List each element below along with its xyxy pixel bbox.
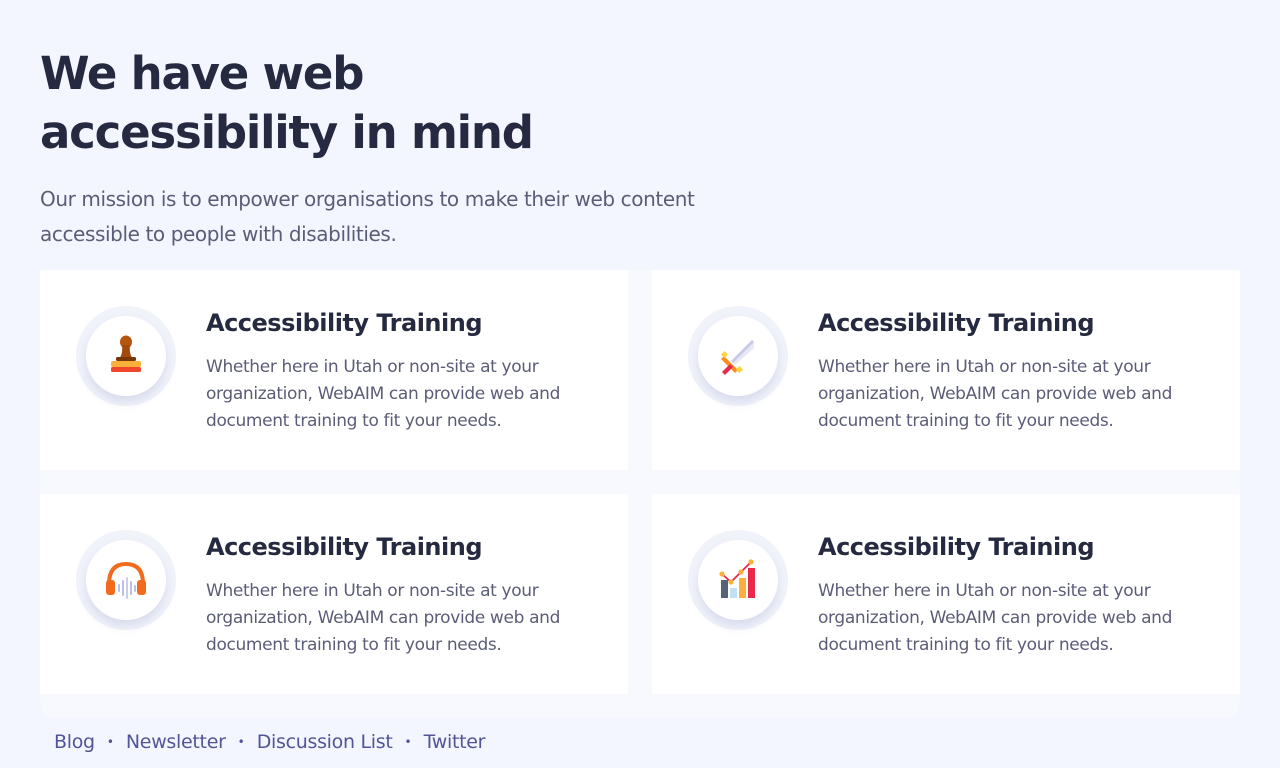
icon-badge xyxy=(86,540,166,620)
icon-badge xyxy=(698,316,778,396)
headphones-icon xyxy=(106,561,146,599)
card-text: Whether here in Utah or non-site at your… xyxy=(818,581,1173,655)
footer-separator: • xyxy=(404,735,412,749)
footer-nav: Blog • Newsletter • Discussion List • Tw… xyxy=(54,728,485,756)
footer-separator: • xyxy=(106,735,114,749)
footer-link-twitter[interactable]: Twitter xyxy=(424,731,486,753)
feature-card: Accessibility Training Whether here in U… xyxy=(40,270,628,470)
card-title: Accessibility Training xyxy=(206,533,483,561)
sword-icon xyxy=(720,340,754,375)
stamp-icon xyxy=(111,335,141,372)
icon-ring xyxy=(76,530,176,630)
card-text: Whether here in Utah or non-site at your… xyxy=(818,357,1173,431)
card-text: Whether here in Utah or non-site at your… xyxy=(206,357,561,431)
icon-ring xyxy=(76,306,176,406)
icon-ring xyxy=(688,306,788,406)
feature-card: Accessibility Training Whether here in U… xyxy=(652,494,1240,694)
icon-ring xyxy=(688,530,788,630)
card-title: Accessibility Training xyxy=(206,309,483,337)
feature-card: Accessibility Training Whether here in U… xyxy=(652,270,1240,470)
footer-link-discussion-list[interactable]: Discussion List xyxy=(257,731,393,753)
footer-separator: • xyxy=(237,735,245,749)
card-text: Whether here in Utah or non-site at your… xyxy=(206,581,561,655)
footer-link-blog[interactable]: Blog xyxy=(54,731,95,753)
card-title: Accessibility Training xyxy=(818,309,1095,337)
feature-card: Accessibility Training Whether here in U… xyxy=(40,494,628,694)
icon-badge xyxy=(86,316,166,396)
mission-text: Our mission is to empower organisations … xyxy=(40,187,695,246)
card-title: Accessibility Training xyxy=(818,533,1095,561)
icon-badge xyxy=(698,540,778,620)
footer-link-newsletter[interactable]: Newsletter xyxy=(126,731,226,753)
page: We have web accessibility in mind Our mi… xyxy=(0,0,1280,768)
bar-chart-icon xyxy=(719,559,755,598)
page-title: We have web accessibility in mind xyxy=(40,47,534,159)
